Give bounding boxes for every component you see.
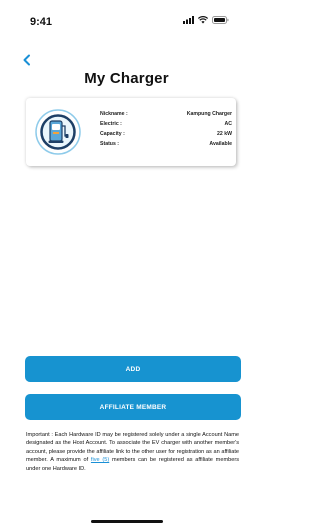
detail-row-nickname: Nickname : Kampung Charger (100, 109, 232, 119)
status-bar: 9:41 (0, 0, 253, 36)
electric-value: AC (224, 121, 233, 127)
nickname-label: Nickname : (100, 111, 128, 117)
status-icons (183, 16, 229, 24)
detail-row-status: Status : Available (100, 139, 232, 149)
status-value: Available (209, 141, 232, 147)
important-note: Important : Each Hardware ID may be regi… (26, 431, 239, 473)
detail-row-electric: Electric : AC (100, 119, 232, 129)
electric-label: Electric : (100, 121, 122, 127)
nickname-value: Kampung Charger (186, 111, 232, 117)
charger-card[interactable]: Nickname : Kampung Charger Electric : AC… (26, 98, 236, 166)
status-label: Status : (100, 141, 120, 147)
chevron-left-icon (23, 54, 30, 66)
wifi-icon (198, 16, 208, 24)
home-indicator[interactable] (91, 520, 163, 523)
signal-icon (183, 16, 194, 24)
add-button[interactable]: ADD (25, 356, 241, 382)
charger-details: Nickname : Kampung Charger Electric : AC… (100, 109, 232, 149)
back-button[interactable] (22, 53, 36, 69)
ev-charger-icon (34, 108, 82, 156)
five-members-link[interactable]: five (5) (91, 457, 109, 463)
status-time: 9:41 (30, 16, 53, 28)
capacity-value: 22 kW (217, 131, 232, 137)
battery-icon (212, 16, 229, 24)
affiliate-member-button[interactable]: AFFILIATE MEMBER (25, 394, 241, 420)
capacity-label: Capacity : (100, 131, 125, 137)
page-title: My Charger (84, 70, 169, 87)
detail-row-capacity: Capacity : 22 kW (100, 129, 232, 139)
